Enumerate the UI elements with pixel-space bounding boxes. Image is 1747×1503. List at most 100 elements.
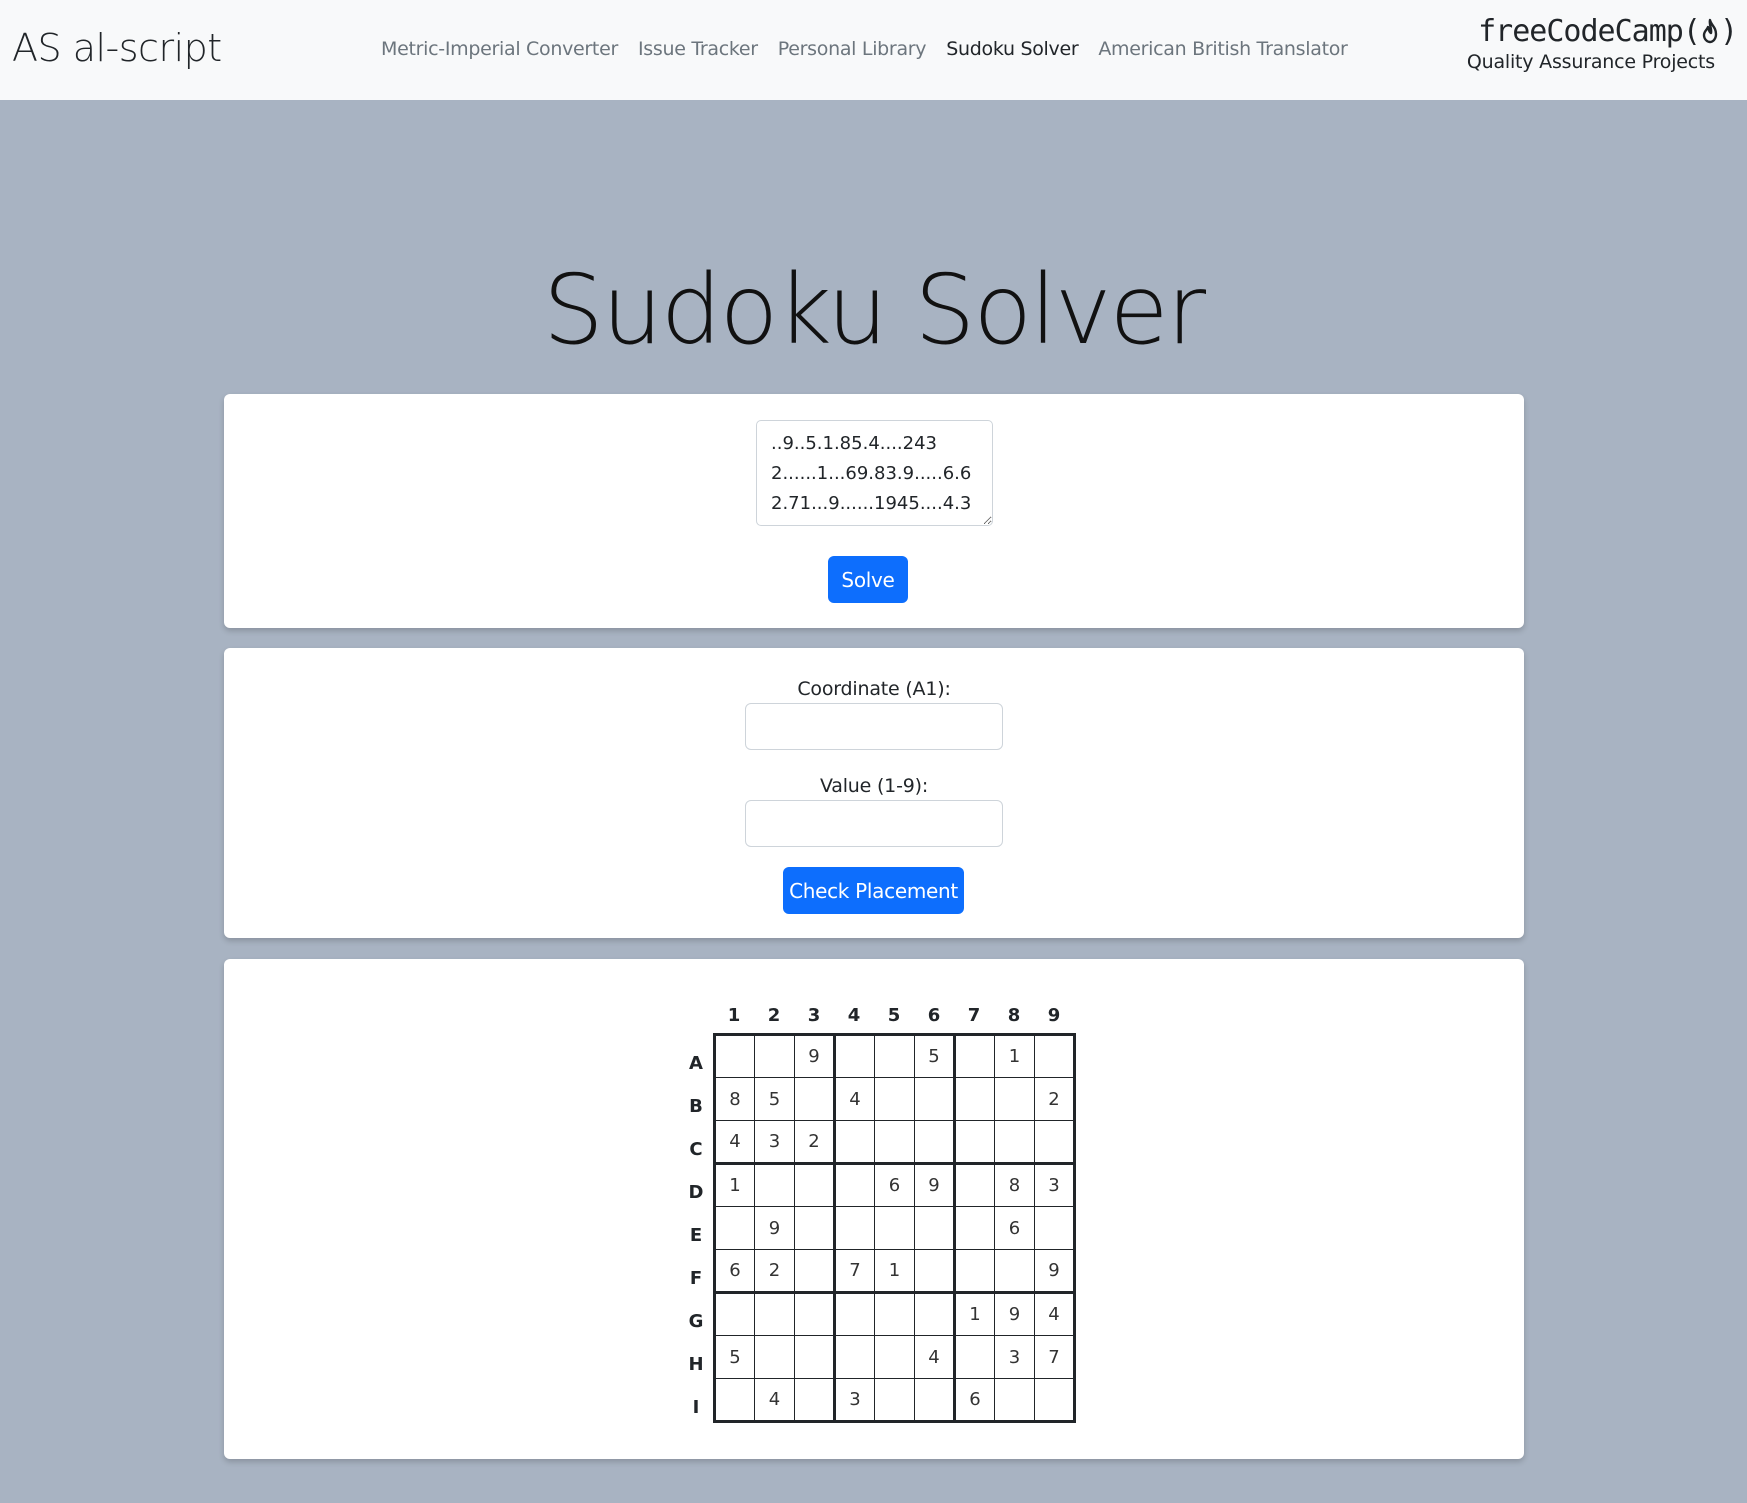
sudoku-grid-card: 123456789 ABCDEFGHI 95185424321698396627…	[224, 959, 1524, 1459]
nav-link-metric-imperial-converter[interactable]: Metric-Imperial Converter	[381, 38, 618, 60]
grid-cell	[834, 1335, 875, 1379]
row-header: F	[689, 1268, 703, 1289]
column-header: 3	[807, 1005, 821, 1026]
grid-cell	[874, 1206, 915, 1250]
grid-cell	[1034, 1206, 1075, 1250]
column-header: 2	[767, 1005, 781, 1026]
grid-cell	[794, 1077, 836, 1121]
row-header: E	[689, 1225, 703, 1246]
grid-row: 9 51	[714, 1034, 1075, 1078]
grid-cell: 2	[794, 1120, 836, 1165]
grid-cell	[914, 1206, 956, 1250]
grid-cell	[874, 1120, 915, 1165]
grid-row: 1 6983	[714, 1163, 1075, 1207]
grid-cell	[874, 1034, 915, 1078]
nav-link-american-british-translator[interactable]: American British Translator	[1098, 38, 1348, 60]
grid-cell	[834, 1206, 875, 1250]
grid-cell	[954, 1077, 995, 1121]
column-header: 9	[1047, 1005, 1061, 1026]
coordinate-label: Coordinate (A1):	[797, 678, 951, 700]
grid-cell: 1	[954, 1292, 995, 1336]
grid-cell	[834, 1034, 875, 1078]
grid-cell	[714, 1292, 755, 1336]
grid-cell	[794, 1378, 836, 1422]
grid-cell: 8	[714, 1077, 755, 1121]
sudoku-grid: 95185424321698396627191945437436	[713, 1033, 1076, 1423]
grid-cell	[714, 1378, 755, 1422]
grid-cell: 5	[914, 1034, 956, 1078]
nav-link-issue-tracker[interactable]: Issue Tracker	[638, 38, 758, 60]
grid-cell	[994, 1249, 1035, 1294]
grid-cell: 3	[1034, 1163, 1075, 1207]
grid-cell	[994, 1120, 1035, 1165]
grid-row: 432	[714, 1120, 1075, 1165]
solve-button[interactable]: Solve	[828, 556, 908, 603]
grid-cell: 5	[754, 1077, 795, 1121]
grid-cell	[954, 1034, 995, 1078]
grid-cell	[954, 1163, 995, 1207]
grid-cell	[834, 1292, 875, 1336]
grid-cell: 7	[834, 1249, 875, 1294]
grid-cell: 6	[994, 1206, 1035, 1250]
column-headers: 1 2 3 4 5 6 7 8 9	[714, 1005, 1074, 1027]
grid-cell: 7	[1034, 1335, 1075, 1379]
grid-cell	[754, 1034, 795, 1078]
grid-cell: 6	[714, 1249, 755, 1294]
grid-cell: 9	[914, 1163, 956, 1207]
row-header: B	[689, 1096, 703, 1117]
column-header: 7	[967, 1005, 981, 1026]
column-header: 8	[1007, 1005, 1021, 1026]
nav-links: Metric-Imperial Converter Issue Tracker …	[381, 38, 1348, 60]
column-header: 5	[887, 1005, 901, 1026]
grid-cell	[834, 1120, 875, 1165]
fcc-logo-close: )	[1719, 14, 1738, 49]
grid-cell	[754, 1335, 795, 1379]
grid-cell	[794, 1249, 836, 1294]
grid-cell: 8	[994, 1163, 1035, 1207]
row-header: A	[689, 1053, 703, 1074]
grid-cell	[1034, 1378, 1075, 1422]
coordinate-input[interactable]	[745, 703, 1003, 750]
nav-link-personal-library[interactable]: Personal Library	[778, 38, 927, 60]
grid-cell: 1	[874, 1249, 915, 1294]
grid-cell	[874, 1335, 915, 1379]
fcc-branding[interactable]: freeCodeCamp() Quality Assurance Project…	[1466, 14, 1738, 73]
grid-cell	[794, 1206, 836, 1250]
row-headers: A B C D E F G H I	[684, 1033, 708, 1423]
grid-cell	[914, 1292, 956, 1336]
grid-cell	[994, 1378, 1035, 1422]
grid-cell: 9	[794, 1034, 836, 1078]
grid-cell	[954, 1335, 995, 1379]
grid-cell: 3	[834, 1378, 875, 1422]
grid-cell	[874, 1292, 915, 1336]
page-title: Sudoku Solver	[542, 254, 1206, 366]
grid-cell	[714, 1034, 755, 1078]
row-header: H	[688, 1354, 704, 1375]
row-header: I	[692, 1397, 700, 1418]
nav-link-sudoku-solver[interactable]: Sudoku Solver	[946, 38, 1078, 60]
grid-cell: 4	[1034, 1292, 1075, 1336]
grid-cell: 9	[994, 1292, 1035, 1336]
grid-row: 96	[714, 1206, 1075, 1250]
value-label: Value (1-9):	[819, 775, 929, 797]
grid-cell: 3	[994, 1335, 1035, 1379]
check-placement-button[interactable]: Check Placement	[783, 867, 964, 914]
brand-logo[interactable]: AS al-script	[12, 26, 222, 70]
grid-cell	[874, 1378, 915, 1422]
grid-cell	[794, 1163, 836, 1207]
grid-cell	[794, 1292, 836, 1336]
grid-row: 43 6	[714, 1378, 1075, 1422]
puzzle-input[interactable]	[756, 420, 993, 526]
grid-cell: 4	[714, 1120, 755, 1165]
check-placement-card: Coordinate (A1): Value (1-9): Check Plac…	[224, 648, 1524, 938]
grid-cell	[914, 1249, 956, 1294]
fcc-subtitle: Quality Assurance Projects	[1466, 51, 1715, 73]
grid-cell: 2	[1034, 1077, 1075, 1121]
row-header: C	[689, 1139, 703, 1160]
value-input[interactable]	[745, 800, 1003, 847]
navbar: AS al-script Metric-Imperial Converter I…	[0, 0, 1747, 100]
grid-cell: 1	[994, 1034, 1035, 1078]
column-header: 1	[727, 1005, 741, 1026]
grid-row: 854 2	[714, 1077, 1075, 1121]
grid-cell: 6	[874, 1163, 915, 1207]
